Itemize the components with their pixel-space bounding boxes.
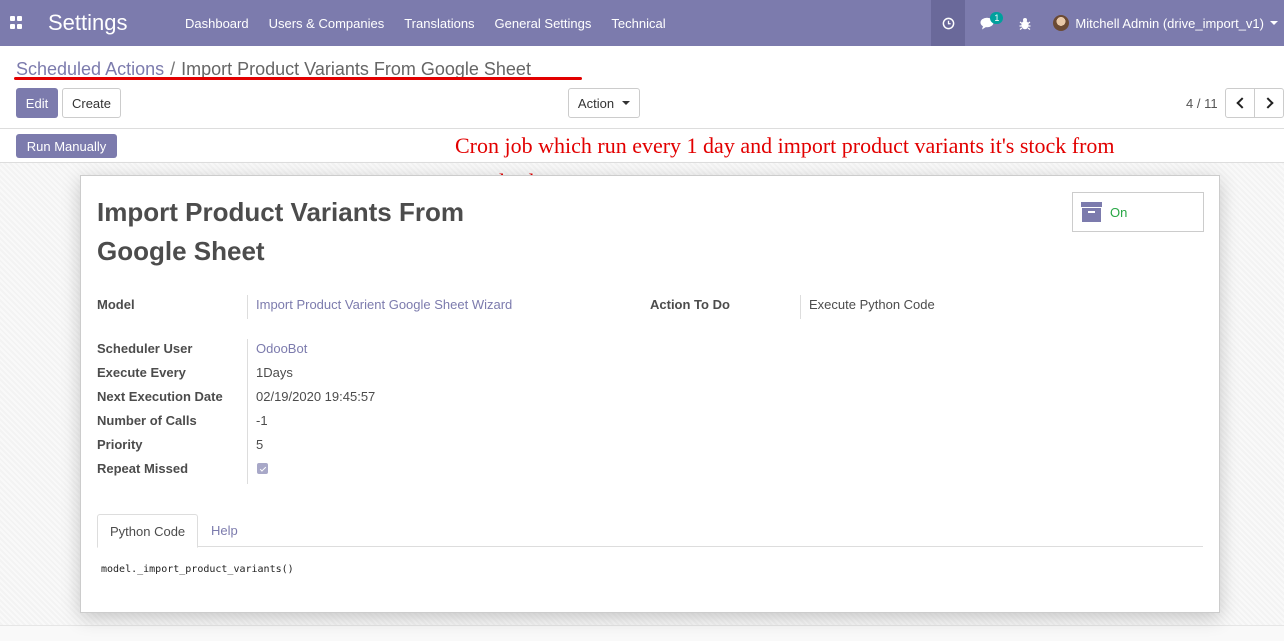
- archive-icon: [1081, 202, 1102, 222]
- model-label: Model: [97, 297, 135, 312]
- pager-previous-button[interactable]: [1225, 88, 1255, 118]
- field-separator: [247, 295, 248, 319]
- top-navbar: Settings Dashboard Users & Companies Tra…: [0, 0, 1284, 46]
- messages-button[interactable]: 1: [965, 0, 1011, 46]
- record-title: Import Product Variants From Google Shee…: [97, 197, 464, 266]
- run-manually-button[interactable]: Run Manually: [16, 134, 117, 158]
- python-code-value: model._import_product_variants(): [101, 564, 294, 575]
- page-footer-strip: [0, 625, 1284, 641]
- form-sheet: Import Product Variants From Google Shee…: [80, 175, 1220, 613]
- breadcrumb-scheduled-actions[interactable]: Scheduled Actions: [16, 59, 164, 79]
- action-dropdown[interactable]: Action: [568, 88, 640, 118]
- notebook-tabs: Python Code Help: [97, 514, 1203, 548]
- action-to-do-value: Execute Python Code: [809, 297, 935, 312]
- menu-item-general-settings[interactable]: General Settings: [485, 16, 602, 31]
- scheduler-user-label: Scheduler User: [97, 341, 193, 356]
- number-of-calls-value: -1: [256, 413, 268, 428]
- pager-value[interactable]: 4 / 11: [1186, 96, 1218, 111]
- bug-icon: [1019, 17, 1031, 30]
- number-of-calls-label: Number of Calls: [97, 413, 197, 428]
- menu-item-technical[interactable]: Technical: [601, 16, 675, 31]
- active-status-label: On: [1110, 204, 1128, 220]
- message-count-badge: 1: [990, 12, 1004, 24]
- action-to-do-label: Action To Do: [650, 297, 730, 312]
- user-menu[interactable]: Mitchell Admin (drive_import_v1): [1039, 15, 1284, 31]
- model-value-link[interactable]: Import Product Varient Google Sheet Wiza…: [256, 297, 512, 312]
- tab-help[interactable]: Help: [199, 514, 250, 547]
- avatar: [1053, 15, 1070, 31]
- main-menu: Dashboard Users & Companies Translations…: [175, 0, 676, 46]
- activity-clock-button[interactable]: [931, 0, 966, 46]
- annotation-underline: [14, 77, 582, 80]
- create-button[interactable]: Create: [62, 88, 121, 118]
- next-execution-date-value: 02/19/2020 19:45:57: [256, 389, 376, 404]
- tab-python-code[interactable]: Python Code: [97, 514, 199, 548]
- field-separator: [247, 339, 248, 484]
- caret-down-icon: [622, 101, 631, 105]
- checkbox-checked-icon: [259, 464, 266, 472]
- chevron-left-icon: [1235, 97, 1248, 109]
- apps-grid-icon[interactable]: [10, 16, 23, 29]
- priority-value: 5: [256, 437, 264, 452]
- edit-button[interactable]: Edit: [16, 88, 58, 118]
- user-name: Mitchell Admin (drive_import_v1): [1075, 15, 1264, 31]
- systray: 1 Mitchell Admin (drive_import_v1): [931, 0, 1284, 46]
- execute-every-value: 1Days: [256, 365, 293, 380]
- scheduler-user-link[interactable]: OdooBot: [256, 341, 307, 356]
- next-execution-date-label: Next Execution Date: [97, 389, 223, 404]
- breadcrumb-current: Import Product Variants From Google Shee…: [181, 59, 531, 79]
- chevron-right-icon: [1261, 97, 1274, 109]
- field-separator: [800, 295, 801, 319]
- pager-next-button[interactable]: [1254, 88, 1284, 118]
- active-toggle-button[interactable]: On: [1072, 192, 1204, 232]
- menu-item-users-companies[interactable]: Users & Companies: [259, 16, 395, 31]
- menu-item-dashboard[interactable]: Dashboard: [175, 16, 259, 31]
- execute-every-label: Execute Every: [97, 365, 186, 380]
- clock-icon: [942, 17, 955, 29]
- action-label: Action: [577, 95, 615, 111]
- repeat-missed-label: Repeat Missed: [97, 461, 189, 476]
- caret-down-icon: [1270, 21, 1278, 25]
- debug-button[interactable]: [1011, 0, 1039, 46]
- app-title: Settings: [48, 10, 128, 35]
- repeat-missed-checkbox[interactable]: [257, 463, 268, 474]
- priority-label: Priority: [97, 437, 143, 452]
- breadcrumb-separator: /: [170, 59, 176, 79]
- menu-item-translations[interactable]: Translations: [394, 16, 484, 31]
